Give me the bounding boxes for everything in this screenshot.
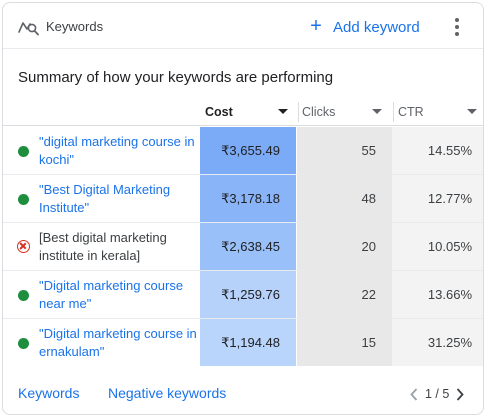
- clicks-cell: 20: [297, 223, 392, 270]
- enabled-status-icon: [18, 146, 29, 157]
- pagination: 1 / 5: [407, 383, 467, 405]
- summary-text: Summary of how your keywords are perform…: [18, 69, 334, 86]
- caret-down-icon: [372, 109, 382, 114]
- ctr-cell: 31.25%: [392, 319, 483, 366]
- ctr-cell: 14.55%: [392, 127, 483, 174]
- keyword-text[interactable]: [Best digital marketing institute in ker…: [39, 229, 197, 265]
- keyword-search-icon: [18, 17, 40, 37]
- table-row: [Best digital marketing institute in ker…: [3, 223, 483, 271]
- card-footer: Keywords Negative keywords 1 / 5: [3, 379, 483, 409]
- table-header: Cost Clicks CTR: [3, 98, 483, 126]
- table-row: "digital marketing course in kochi" ₹3,6…: [3, 127, 483, 175]
- clicks-header-label: Clicks: [302, 105, 336, 119]
- cost-cell: ₹3,655.49: [200, 127, 296, 174]
- keywords-link[interactable]: Keywords: [18, 385, 79, 401]
- clicks-cell: 48: [297, 175, 392, 222]
- column-header-ctr[interactable]: CTR: [396, 98, 483, 126]
- enabled-status-icon: [18, 338, 29, 349]
- keywords-card: Keywords + Add keyword Summary of how yo…: [2, 2, 484, 415]
- column-divider: [298, 102, 299, 122]
- chevron-left-icon[interactable]: [407, 384, 421, 404]
- enabled-status-icon: [18, 194, 29, 205]
- table-row: "Digital marketing course in ernakulam" …: [3, 319, 483, 367]
- enabled-status-icon: [18, 290, 29, 301]
- clicks-cell: 55: [297, 127, 392, 174]
- keyword-text[interactable]: "Best Digital Marketing Institute": [39, 181, 197, 217]
- ctr-cell: 10.05%: [392, 223, 483, 270]
- caret-down-icon: [278, 109, 288, 114]
- cost-cell: ₹1,194.48: [200, 319, 296, 366]
- keyword-text[interactable]: "digital marketing course in kochi": [39, 133, 197, 169]
- chevron-right-icon[interactable]: [453, 384, 467, 404]
- page-indicator: 1 / 5: [425, 387, 450, 401]
- cost-header-label: Cost: [205, 105, 233, 119]
- ctr-cell: 12.77%: [392, 175, 483, 222]
- column-header-clicks[interactable]: Clicks: [300, 98, 390, 126]
- caret-down-icon: [467, 109, 477, 114]
- clicks-cell: 15: [297, 319, 392, 366]
- ctr-cell: 13.66%: [392, 271, 483, 318]
- plus-icon: +: [310, 15, 322, 37]
- cost-cell: ₹2,638.45: [200, 223, 296, 270]
- ctr-header-label: CTR: [398, 105, 424, 119]
- column-divider: [393, 102, 394, 122]
- add-keyword-button[interactable]: + Add keyword: [307, 15, 420, 39]
- cost-cell: ₹1,259.76: [200, 271, 296, 318]
- more-options-icon[interactable]: [449, 15, 465, 39]
- clicks-cell: 22: [297, 271, 392, 318]
- removed-status-icon: [17, 240, 30, 253]
- table-row: "Best Digital Marketing Institute" ₹3,17…: [3, 175, 483, 223]
- card-title: Keywords: [46, 19, 104, 34]
- negative-keywords-link[interactable]: Negative keywords: [108, 385, 226, 401]
- add-keyword-label: Add keyword: [333, 18, 420, 36]
- table-row: "Digital marketing course near me" ₹1,25…: [3, 271, 483, 319]
- card-header: Keywords + Add keyword: [3, 3, 483, 49]
- column-header-cost[interactable]: Cost: [200, 98, 296, 126]
- keyword-text[interactable]: "Digital marketing course near me": [39, 277, 197, 313]
- keyword-text[interactable]: "Digital marketing course in ernakulam": [39, 325, 197, 361]
- cost-cell: ₹3,178.18: [200, 175, 296, 222]
